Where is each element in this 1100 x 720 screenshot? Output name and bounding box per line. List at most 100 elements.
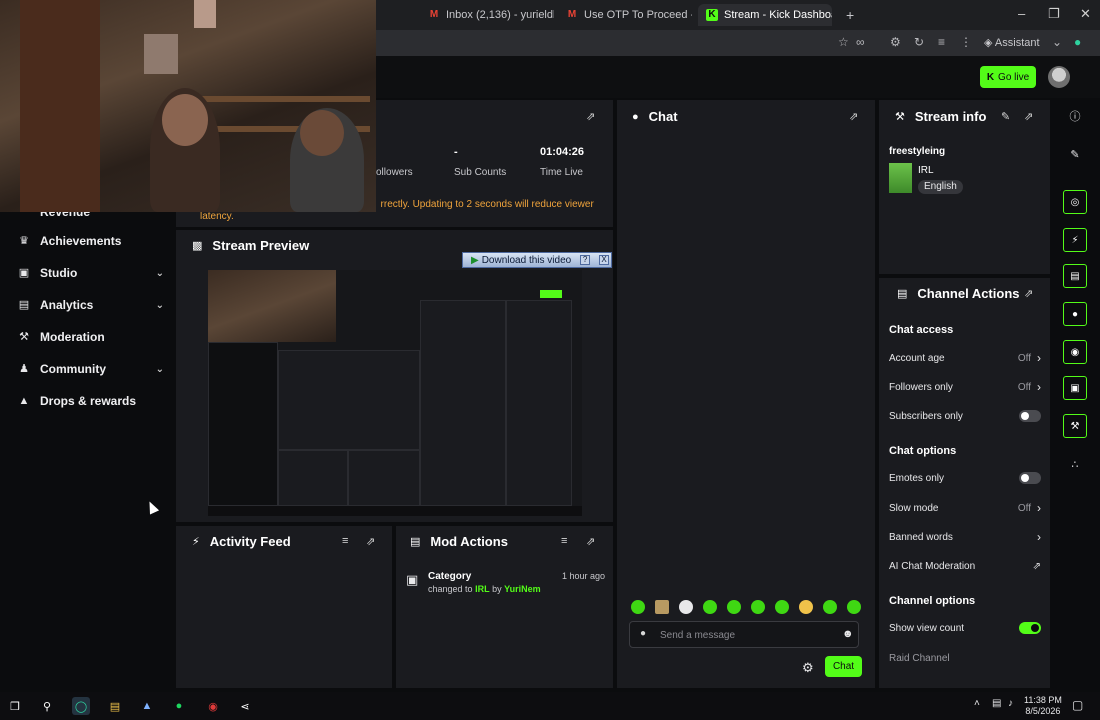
filter-icon[interactable]: ≡	[342, 535, 348, 547]
browser-taskbar-icon[interactable]: ◯	[72, 697, 90, 715]
avatar[interactable]	[1048, 66, 1070, 88]
broadcast-icon[interactable]: ◉	[1063, 340, 1087, 364]
sidebar-item-achievements[interactable]: ♛ Achievements	[18, 231, 164, 251]
audio-icon[interactable]: ⋮	[960, 35, 972, 49]
show-view-count-row: Show view count	[889, 621, 1041, 635]
followers-only-row[interactable]: Followers only Off ›	[889, 380, 1041, 394]
mod-entry-category[interactable]: IRL	[475, 584, 490, 594]
ai-chat-moderation-row[interactable]: AI Chat Moderation ⇗	[889, 559, 1041, 573]
profile-icon[interactable]: ●	[1074, 35, 1081, 49]
share-nodes-icon[interactable]: ∴	[1063, 452, 1087, 476]
chat-title: Chat	[648, 109, 678, 124]
layout-icon[interactable]: ▣	[1063, 376, 1087, 400]
account-age-row[interactable]: Account age Off ›	[889, 351, 1041, 365]
emote-icon[interactable]	[775, 600, 789, 614]
emote-icon[interactable]	[727, 600, 741, 614]
emote-icon[interactable]	[655, 600, 669, 614]
edit-pencil-icon[interactable]: ✎	[1001, 110, 1010, 123]
chat-send-button[interactable]: Chat	[825, 656, 862, 677]
filter-icon[interactable]: ≡	[561, 535, 567, 547]
preview-chat	[420, 300, 506, 506]
emote-icon[interactable]	[751, 600, 765, 614]
mod-actions-panel	[396, 526, 613, 688]
subscribers-only-toggle[interactable]	[1019, 410, 1041, 422]
chat-message-input[interactable]	[660, 628, 830, 642]
wrench-icon[interactable]: ⚒	[1063, 414, 1087, 438]
new-tab-button[interactable]: +	[838, 4, 860, 26]
stream-preview-video[interactable]	[208, 270, 582, 516]
volume-icon[interactable]: ♪	[1008, 698, 1013, 709]
spotify-icon[interactable]: ●	[170, 697, 188, 715]
windows-start-icon[interactable]: ❒	[6, 697, 24, 715]
tab-gmail-inbox[interactable]: M Inbox (2,136) - yurieldbest	[420, 4, 554, 26]
sidebar-item-drops-rewards[interactable]: ▲ Drops & rewards	[18, 391, 164, 411]
sidebar-item-moderation[interactable]: ⚒ Moderation	[18, 327, 164, 347]
download-video-bar[interactable]: ▶ Download this video ? X	[462, 252, 612, 268]
tab-gmail-otp[interactable]: M Use OTP To Proceed - mo	[558, 4, 692, 26]
chat-settings-gear-icon[interactable]: ⚙	[802, 660, 814, 676]
emotes-only-toggle[interactable]	[1019, 472, 1041, 484]
close-icon[interactable]: X	[598, 255, 609, 265]
activity-feed-header: ⚡ Activity Feed	[192, 534, 291, 549]
assistant-button[interactable]: ◈ Assistant	[984, 36, 1040, 49]
emoji-icon[interactable]: ☻	[842, 628, 854, 640]
raid-channel-row[interactable]: Raid Channel	[889, 651, 1041, 665]
emote-icon[interactable]	[631, 600, 645, 614]
emote-icon[interactable]	[679, 600, 693, 614]
menu-lines-icon[interactable]: ≡	[938, 35, 945, 49]
edit-pencil-icon[interactable]: ✎	[1063, 142, 1087, 166]
extension-icon[interactable]: ⚙	[890, 35, 901, 49]
emote-icon[interactable]	[703, 600, 717, 614]
gmail-icon: M	[429, 9, 439, 20]
language-badge: English	[918, 180, 963, 194]
folder-icon[interactable]: ▤	[106, 697, 124, 715]
lightning-icon[interactable]: ⚡	[1063, 228, 1087, 252]
chevron-down-icon[interactable]: ⌄	[1052, 35, 1062, 49]
chat-message-field[interactable]: ● ☻	[629, 621, 859, 648]
raid-channel-label: Raid Channel	[889, 652, 950, 664]
banned-words-row[interactable]: Banned words ›	[889, 530, 1041, 544]
sidebar-item-studio[interactable]: ▣ Studio ⌄	[18, 263, 164, 283]
go-live-button[interactable]: K Go live	[980, 66, 1036, 88]
search-icon[interactable]: ⚲	[38, 697, 56, 715]
wrench-icon: ⚒	[895, 111, 905, 123]
webcam-overlay	[0, 0, 376, 212]
sidebar-item-analytics[interactable]: ▤ Analytics ⌄	[18, 295, 164, 315]
system-clock[interactable]: 11:38 PM 8/5/2026	[1024, 695, 1062, 717]
mod-entry-user[interactable]: YuriNem	[504, 584, 541, 594]
close-window-icon[interactable]: ✕	[1080, 6, 1091, 22]
slow-mode-row[interactable]: Slow mode Off ›	[889, 501, 1041, 515]
network-icon[interactable]: ▤	[992, 698, 1001, 709]
popout-icon[interactable]: ⇗	[586, 535, 595, 548]
info-icon[interactable]: ⓘ	[1063, 104, 1087, 128]
link-icon[interactable]: ∞	[856, 35, 865, 49]
preview-stream-info	[506, 300, 572, 506]
target-icon[interactable]: ◎	[1063, 190, 1087, 214]
popout-icon[interactable]: ⇗	[849, 110, 858, 123]
emote-icon[interactable]	[823, 600, 837, 614]
webcam-poster	[194, 0, 216, 28]
app-icon[interactable]: ▲	[138, 697, 156, 715]
popout-icon[interactable]: ⇗	[1024, 287, 1033, 300]
restore-icon[interactable]: ❐	[1048, 6, 1060, 22]
help-icon[interactable]: ?	[580, 255, 591, 265]
chat-bubble-icon[interactable]: ●	[1063, 302, 1087, 326]
notification-icon[interactable]: ▢	[1072, 698, 1083, 712]
show-view-count-toggle[interactable]	[1019, 622, 1041, 634]
refresh-icon[interactable]: ↻	[914, 35, 924, 49]
mod-entry-detail: changed to IRL by YuriNem	[428, 584, 541, 594]
tab-kick-dashboard[interactable]: K Stream - Kick Dashboard	[698, 4, 832, 26]
document-icon[interactable]: ▤	[1063, 264, 1087, 288]
popout-icon[interactable]: ⇗	[586, 110, 595, 123]
emotes-only-row: Emotes only	[889, 471, 1041, 485]
emote-icon[interactable]	[799, 600, 813, 614]
tray-chevron-icon[interactable]: ˄	[974, 698, 980, 709]
emote-icon[interactable]	[847, 600, 861, 614]
minimize-icon[interactable]: –	[1018, 6, 1025, 21]
obs-icon[interactable]: ◉	[204, 697, 222, 715]
popout-icon[interactable]: ⇗	[366, 535, 375, 548]
capcut-icon[interactable]: ⋖	[236, 697, 254, 715]
bookmark-star-icon[interactable]: ☆	[838, 35, 849, 49]
sidebar-item-community[interactable]: ♟ Community ⌄	[18, 359, 164, 379]
popout-icon[interactable]: ⇗	[1024, 110, 1033, 123]
